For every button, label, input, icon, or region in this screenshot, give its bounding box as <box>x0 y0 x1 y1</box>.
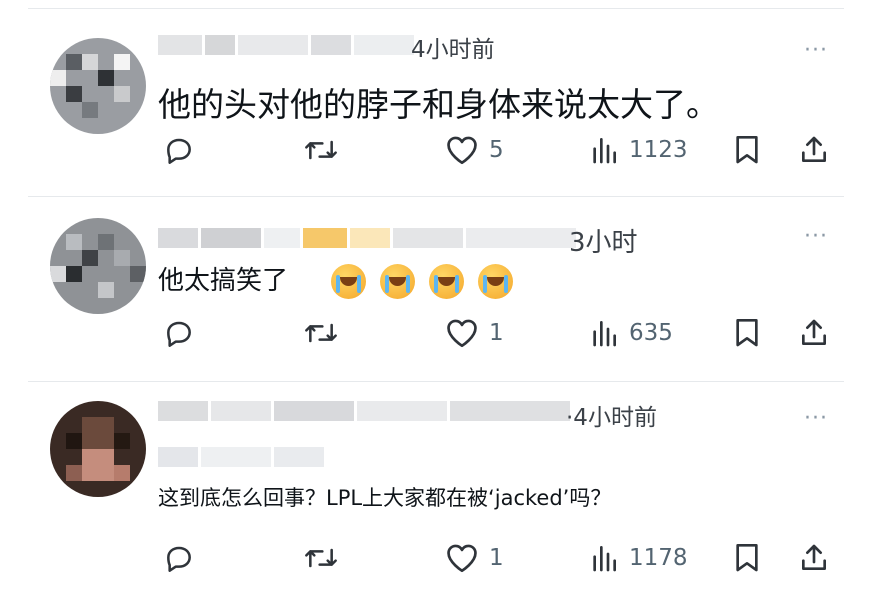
bookmark-button[interactable] <box>733 130 761 170</box>
action-bar: 1 635 <box>0 313 872 353</box>
more-dots-icon[interactable]: ··· <box>804 224 828 249</box>
divider-2 <box>28 381 844 382</box>
username-blurred[interactable] <box>158 398 573 424</box>
reply-button[interactable] <box>163 313 195 353</box>
views-button[interactable]: 635 <box>589 313 673 353</box>
views-count: 635 <box>629 320 673 346</box>
repost-icon <box>305 323 337 343</box>
repost-button[interactable] <box>303 313 339 353</box>
divider-1 <box>28 196 844 197</box>
views-icon <box>593 321 616 347</box>
avatar[interactable] <box>50 38 146 134</box>
reply-icon <box>167 321 191 347</box>
views-count: 1178 <box>629 545 688 571</box>
bookmark-icon <box>736 544 758 572</box>
bookmark-icon <box>736 319 758 347</box>
loudly-crying-face-icon <box>429 264 465 299</box>
more-dots-icon[interactable]: ··· <box>804 38 828 63</box>
reply-icon <box>167 138 191 164</box>
loudly-crying-face-icon <box>478 264 514 299</box>
user-handle-blurred[interactable] <box>158 444 327 470</box>
like-button[interactable]: 5 <box>445 130 504 170</box>
action-bar: 5 1123 <box>0 130 872 170</box>
share-icon <box>802 544 826 570</box>
like-count: 5 <box>489 137 504 163</box>
comment-text: 他的头对他的脖子和身体来说太大了。 <box>158 85 719 124</box>
views-count: 1123 <box>629 137 688 163</box>
timestamp[interactable]: 4小时前 <box>411 30 495 64</box>
loudly-crying-face-icon <box>330 264 366 299</box>
avatar[interactable] <box>50 401 146 497</box>
like-button[interactable]: 1 <box>445 313 504 353</box>
bookmark-button[interactable] <box>733 313 761 353</box>
username-blurred[interactable] <box>158 225 579 251</box>
heart-icon <box>447 319 477 348</box>
repost-button[interactable] <box>303 538 339 578</box>
share-icon <box>802 136 826 162</box>
reply-icon <box>167 546 191 572</box>
reply-button[interactable] <box>163 130 195 170</box>
reply-button[interactable] <box>163 538 195 578</box>
share-button[interactable] <box>798 313 830 353</box>
like-button[interactable]: 1 <box>445 538 504 578</box>
share-icon <box>802 319 826 345</box>
repost-button[interactable] <box>303 130 339 170</box>
bookmark-button[interactable] <box>733 538 761 578</box>
repost-icon <box>305 548 337 568</box>
like-count: 1 <box>489 545 504 571</box>
bookmark-icon <box>736 136 758 164</box>
views-button[interactable]: 1123 <box>589 130 688 170</box>
more-dots-icon[interactable]: ··· <box>804 406 828 431</box>
action-bar: 1 1178 <box>0 538 872 578</box>
heart-icon <box>447 544 477 573</box>
comment-text: 他太搞笑了 <box>158 260 519 299</box>
loudly-crying-face-icon <box>379 264 415 299</box>
comment-text-body: 他太搞笑了 <box>158 266 289 296</box>
comment-text: 这到底怎么回事？LPL上大家都在被‘jacked’吗？ <box>158 486 612 510</box>
divider-top <box>28 8 844 9</box>
heart-icon <box>447 136 477 165</box>
like-count: 1 <box>489 320 504 346</box>
views-button[interactable]: 1178 <box>589 538 688 578</box>
share-button[interactable] <box>798 130 830 170</box>
username-blurred[interactable] <box>158 32 417 58</box>
views-icon <box>593 546 616 572</box>
timestamp[interactable]: ·4小时前 <box>566 398 657 432</box>
avatar[interactable] <box>50 218 146 314</box>
share-button[interactable] <box>798 538 830 578</box>
timestamp[interactable]: 3小时 <box>569 222 638 259</box>
repost-icon <box>305 140 337 160</box>
views-icon <box>593 138 616 164</box>
